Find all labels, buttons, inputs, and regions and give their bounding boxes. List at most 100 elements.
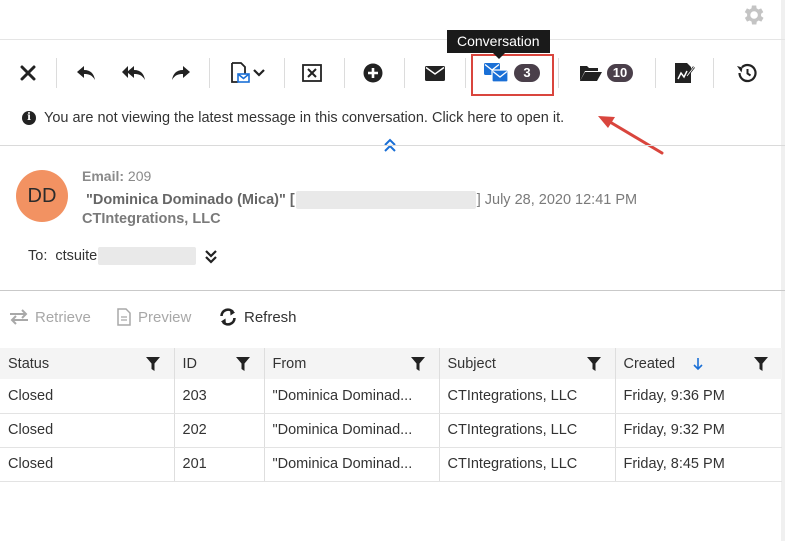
content-divider [0,290,785,291]
cell-subject: CTIntegrations, LLC [439,413,616,448]
redacted-email-address [295,191,476,209]
conversation-grid: Status ID From Subject Created Closed 20… [0,348,782,482]
email-label: Email: [82,168,125,184]
column-label: Status [8,355,50,372]
new-document-dropdown[interactable] [225,59,269,87]
table-row[interactable]: Closed 202 "Dominica Dominad... CTIntegr… [0,413,782,448]
latest-message-notice[interactable]: i You are not viewing the latest message… [22,107,564,129]
preview-button[interactable]: Preview [117,304,191,330]
top-bar [0,0,785,40]
toolbar-divider [56,58,57,88]
notice-text[interactable]: You are not viewing the latest message i… [44,110,564,126]
column-header-created[interactable]: Created [615,348,782,379]
message-toolbar: 3 10 [0,40,785,102]
delete-button[interactable] [300,59,324,87]
header-divider [0,145,785,146]
close-icon [20,65,36,81]
document-icon [117,308,131,326]
toolbar-divider [465,58,466,88]
cell-created: Friday, 8:45 PM [615,447,782,482]
reply-all-icon [122,66,145,80]
cell-from: "Dominica Dominad... [264,413,440,448]
red-arrow-annotation [598,116,664,155]
toolbar-divider [209,58,210,88]
refresh-icon [220,308,236,326]
filter-icon[interactable] [235,357,250,371]
sign-document-icon [675,63,695,83]
refresh-button[interactable]: Refresh [218,304,297,330]
table-row[interactable]: Closed 203 "Dominica Dominad... CTIntegr… [0,379,782,414]
history-icon [737,63,757,83]
refresh-label: Refresh [244,308,297,326]
toolbar-divider [344,58,345,88]
chevron-down-icon [253,69,265,77]
cell-status: Closed [0,413,175,448]
retrieve-button[interactable]: Retrieve [9,304,91,330]
table-row[interactable]: Closed 201 "Dominica Dominad... CTIntegr… [0,447,782,482]
column-label: Created [623,355,676,372]
add-circle-icon [363,63,383,83]
sender-row: "Dominica Dominado (Mica)" [ ] July 28, … [86,191,637,209]
toolbar-divider [284,58,285,88]
grid-actions-bar: Retrieve Preview Refresh [0,304,785,330]
column-label: From [272,355,307,372]
sort-down-icon[interactable] [693,357,703,371]
new-document-icon [231,62,250,83]
history-button[interactable] [733,59,759,87]
email-button[interactable] [422,59,448,87]
sign-document-button[interactable] [671,59,697,87]
forward-icon [172,66,190,80]
retrieve-label: Retrieve [35,308,91,326]
email-number-row: Email: 209 [82,168,151,184]
preview-label: Preview [138,308,192,326]
folder-icon [579,66,602,81]
conversation-tooltip: Conversation [447,30,550,59]
add-button[interactable] [360,59,386,87]
folder-count-badge: 10 [606,64,634,82]
cell-id: 201 [174,447,265,482]
delete-box-icon [302,64,322,82]
info-icon: i [22,111,36,125]
sender-name: "Dominica Dominado (Mica)" [ [86,192,295,208]
filter-icon[interactable] [754,357,768,371]
recipient-row: To: ctsuite [28,247,218,265]
close-button[interactable] [16,59,40,87]
cell-id: 203 [174,379,265,414]
cell-subject: CTIntegrations, LLC [439,379,616,414]
toolbar-divider [655,58,656,88]
collapse-up-icon[interactable] [383,138,397,154]
toolbar-divider [558,58,559,88]
filter-icon[interactable] [586,357,601,371]
to-label: To: [28,248,48,264]
column-label: Subject [447,355,496,372]
expand-down-icon[interactable] [204,248,218,264]
cell-created: Friday, 9:36 PM [615,379,782,414]
column-header-status[interactable]: Status [0,348,175,379]
reply-button[interactable] [73,59,99,87]
column-header-subject[interactable]: Subject [439,348,616,379]
reply-all-button[interactable] [120,59,148,87]
gear-icon[interactable] [740,2,766,28]
toolbar-divider [713,58,714,88]
email-date: July 28, 2020 12:41 PM [484,192,638,208]
arrows-icon [10,309,28,325]
cell-from: "Dominica Dominad... [264,379,440,414]
cell-subject: CTIntegrations, LLC [439,447,616,482]
column-header-id[interactable]: ID [174,348,265,379]
envelope-icon [425,65,445,81]
cell-status: Closed [0,379,175,414]
grid-header-row: Status ID From Subject Created [0,348,782,379]
cell-status: Closed [0,447,175,482]
filter-icon[interactable] [145,357,160,371]
sender-company: CTIntegrations, LLC [82,211,221,227]
folder-button[interactable]: 10 [572,59,640,87]
avatar: DD [16,170,68,222]
toolbar-divider [404,58,405,88]
to-value: ctsuite [55,248,98,264]
email-number: 209 [127,168,152,184]
cell-id: 202 [174,413,265,448]
column-header-from[interactable]: From [264,348,440,379]
redacted-recipient [98,247,197,265]
filter-icon[interactable] [410,357,425,371]
forward-button[interactable] [168,59,194,87]
